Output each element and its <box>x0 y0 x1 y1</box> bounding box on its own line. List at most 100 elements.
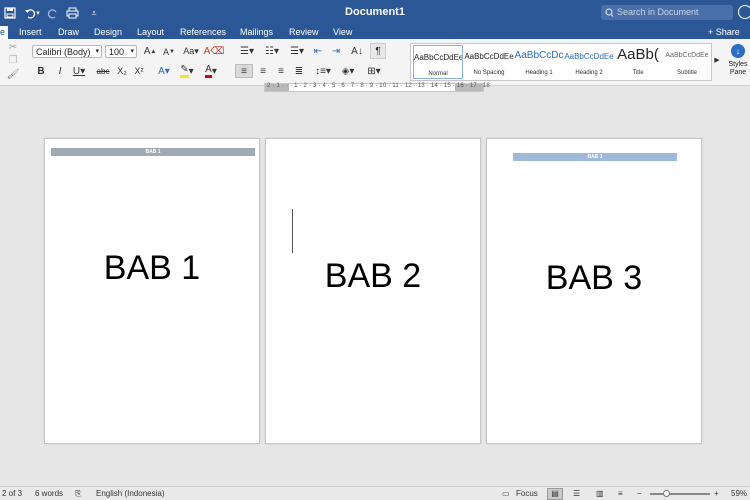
align-left-icon[interactable]: ≡ <box>235 64 253 78</box>
cut-icon[interactable]: ✂ <box>7 41 19 53</box>
page-3[interactable]: BAB 1 BAB 3 <box>486 138 702 444</box>
sort-icon[interactable]: A↓ <box>349 45 365 58</box>
search-placeholder: Search in Document <box>617 7 699 17</box>
font-size-value: 100 <box>109 47 125 57</box>
tab-draw[interactable]: Draw <box>58 26 79 39</box>
borders-icon[interactable]: ⊞▾ <box>362 64 386 78</box>
decrease-indent-icon[interactable]: ⇤ <box>311 45 325 58</box>
style-heading-1[interactable]: AaBbCcDc Heading 1 <box>514 45 564 79</box>
subscript-icon[interactable]: X₂ <box>115 64 129 78</box>
page-header: BAB 1 <box>51 148 255 156</box>
style-sample: AaBbCcDc <box>514 50 564 61</box>
bullets-icon[interactable]: ☰▾ <box>236 45 258 58</box>
zoom-slider[interactable] <box>650 493 710 495</box>
horizontal-ruler[interactable]: 2 · 1 · · · 1 · 2 · 3 · 4 · 5 · 6 · 7 · … <box>264 83 490 92</box>
style-name: No Spacing <box>473 70 505 76</box>
style-heading-2[interactable]: AaBbCcDdEe Heading 2 <box>564 45 614 79</box>
draft-view-icon[interactable]: ≡ <box>618 487 623 500</box>
search-icon <box>604 5 614 20</box>
show-formatting-icon[interactable]: ¶ <box>370 43 386 59</box>
tab-view[interactable]: View <box>333 26 352 39</box>
styles-scroll-right-icon[interactable]: ▶ <box>713 55 721 65</box>
numbering-icon[interactable]: ☷▾ <box>261 45 283 58</box>
styles-pane-button[interactable]: ↓ Styles Pane <box>726 44 750 77</box>
tab-layout[interactable]: Layout <box>137 26 164 39</box>
title-bar: ▾ ⩡ Document1 Search in Document <box>0 0 750 26</box>
style-name: Heading 2 <box>575 70 603 76</box>
page-2[interactable]: BAB 2 <box>265 138 481 444</box>
strikethrough-icon[interactable]: abc <box>94 64 112 78</box>
tab-insert[interactable]: Insert <box>19 26 42 39</box>
line-spacing-icon[interactable]: ↕≡▾ <box>312 64 334 78</box>
align-center-icon[interactable]: ≡ <box>255 64 271 78</box>
clear-formatting-icon[interactable]: A⌫ <box>204 45 225 58</box>
italic-icon[interactable]: I <box>53 64 67 78</box>
shrink-font-icon[interactable]: A ▼ <box>161 45 177 58</box>
status-bar: 2 of 3 6 words ⎘ English (Indonesia) ▭ F… <box>0 486 750 500</box>
superscript-icon[interactable]: X² <box>132 64 146 78</box>
style-sample: AaBb( <box>617 46 659 63</box>
justify-icon[interactable]: ≣ <box>291 64 307 78</box>
change-case-icon[interactable]: Aa▾ <box>182 45 200 58</box>
style-sample: AaBbCcDdEe <box>464 52 514 61</box>
style-name: Subtitle <box>676 70 697 76</box>
style-name: Title <box>632 70 644 76</box>
ruler-numbers: 2 · 1 · · · 1 · 2 · 3 · 4 · 5 · 6 · 7 · … <box>267 83 490 89</box>
bold-icon[interactable]: B <box>34 64 48 78</box>
web-layout-icon[interactable]: ▥ <box>596 487 604 500</box>
styles-pane-label: Styles Pane <box>728 61 748 76</box>
font-name-value: Calibri (Body) <box>36 47 91 57</box>
share-button[interactable]: + Share <box>708 26 740 39</box>
style-sample: AaBbCcDdEe <box>564 52 614 61</box>
font-color-icon[interactable]: A ▾ <box>200 64 222 78</box>
print-layout-icon[interactable]: ▤ <box>547 488 563 500</box>
proofing-icon[interactable]: ⎘ <box>75 487 81 500</box>
underline-icon[interactable]: U▾ <box>70 64 88 78</box>
style-name: Heading 1 <box>525 70 553 76</box>
style-no-spacing[interactable]: AaBbCcDdEe No Spacing <box>464 45 514 79</box>
ribbon-home: ✂ ❐ 🖌 Calibri (Body) ▾ 100 ▾ A ▲ A ▼ Aa▾ A⌫ … <box>0 39 750 86</box>
tab-home[interactable]: e <box>0 26 9 39</box>
shading-icon[interactable]: ◈▾ <box>338 64 358 78</box>
copy-icon[interactable]: ❐ <box>7 54 19 66</box>
style-subtitle[interactable]: AaBbCcDdEe Subtitle <box>662 45 712 79</box>
outline-view-icon[interactable]: ☰ <box>573 487 580 500</box>
font-size-dropdown[interactable]: 100 ▾ <box>105 45 137 58</box>
ribbon-tabs: e Insert Draw Design Layout References M… <box>0 26 750 39</box>
text-effects-icon[interactable]: A▾ <box>154 64 174 78</box>
zoom-in-icon[interactable]: + <box>714 487 719 500</box>
tab-mailings[interactable]: Mailings <box>240 26 273 39</box>
page-1[interactable]: BAB 1 BAB 1 <box>44 138 260 444</box>
style-name: Normal <box>428 71 448 77</box>
document-canvas[interactable]: BAB 1 BAB 1 BAB 2 BAB 1 BAB 3 <box>0 92 750 486</box>
format-painter-icon[interactable]: 🖌 <box>7 68 20 80</box>
style-title[interactable]: AaBb( Title <box>613 45 663 79</box>
zoom-level[interactable]: 59% <box>731 487 747 500</box>
language[interactable]: English (Indonesia) <box>96 487 164 500</box>
style-normal[interactable]: AaBbCcDdEe Normal <box>413 45 463 79</box>
zoom-slider-thumb[interactable] <box>663 490 670 497</box>
account-icon[interactable] <box>738 5 750 19</box>
word-count[interactable]: 6 words <box>35 487 63 500</box>
tab-review[interactable]: Review <box>289 26 319 39</box>
search-input[interactable]: Search in Document <box>601 5 733 20</box>
focus-button[interactable]: Focus <box>516 487 538 500</box>
text-cursor <box>292 209 293 253</box>
grow-font-icon[interactable]: A ▲ <box>142 45 158 58</box>
styles-pane-icon: ↓ <box>731 44 745 58</box>
zoom-out-icon[interactable]: − <box>637 487 642 500</box>
multilevel-list-icon[interactable]: ☰▾ <box>286 45 308 58</box>
increase-indent-icon[interactable]: ⇥ <box>329 45 343 58</box>
chevron-down-icon: ▾ <box>95 48 99 55</box>
page-heading: BAB 3 <box>545 259 643 297</box>
styles-gallery: AaBbCcDdEe Normal AaBbCcDdEe No Spacing … <box>410 43 712 81</box>
page-count[interactable]: 2 of 3 <box>2 487 22 500</box>
chevron-down-icon: ▾ <box>130 48 134 55</box>
tab-references[interactable]: References <box>180 26 226 39</box>
style-sample: AaBbCcDdEe <box>414 53 462 62</box>
focus-icon[interactable]: ▭ <box>502 487 510 500</box>
align-right-icon[interactable]: ≡ <box>273 64 289 78</box>
font-name-dropdown[interactable]: Calibri (Body) ▾ <box>32 45 102 58</box>
highlight-icon[interactable]: ✎ ▾ <box>176 64 198 78</box>
tab-design[interactable]: Design <box>94 26 122 39</box>
